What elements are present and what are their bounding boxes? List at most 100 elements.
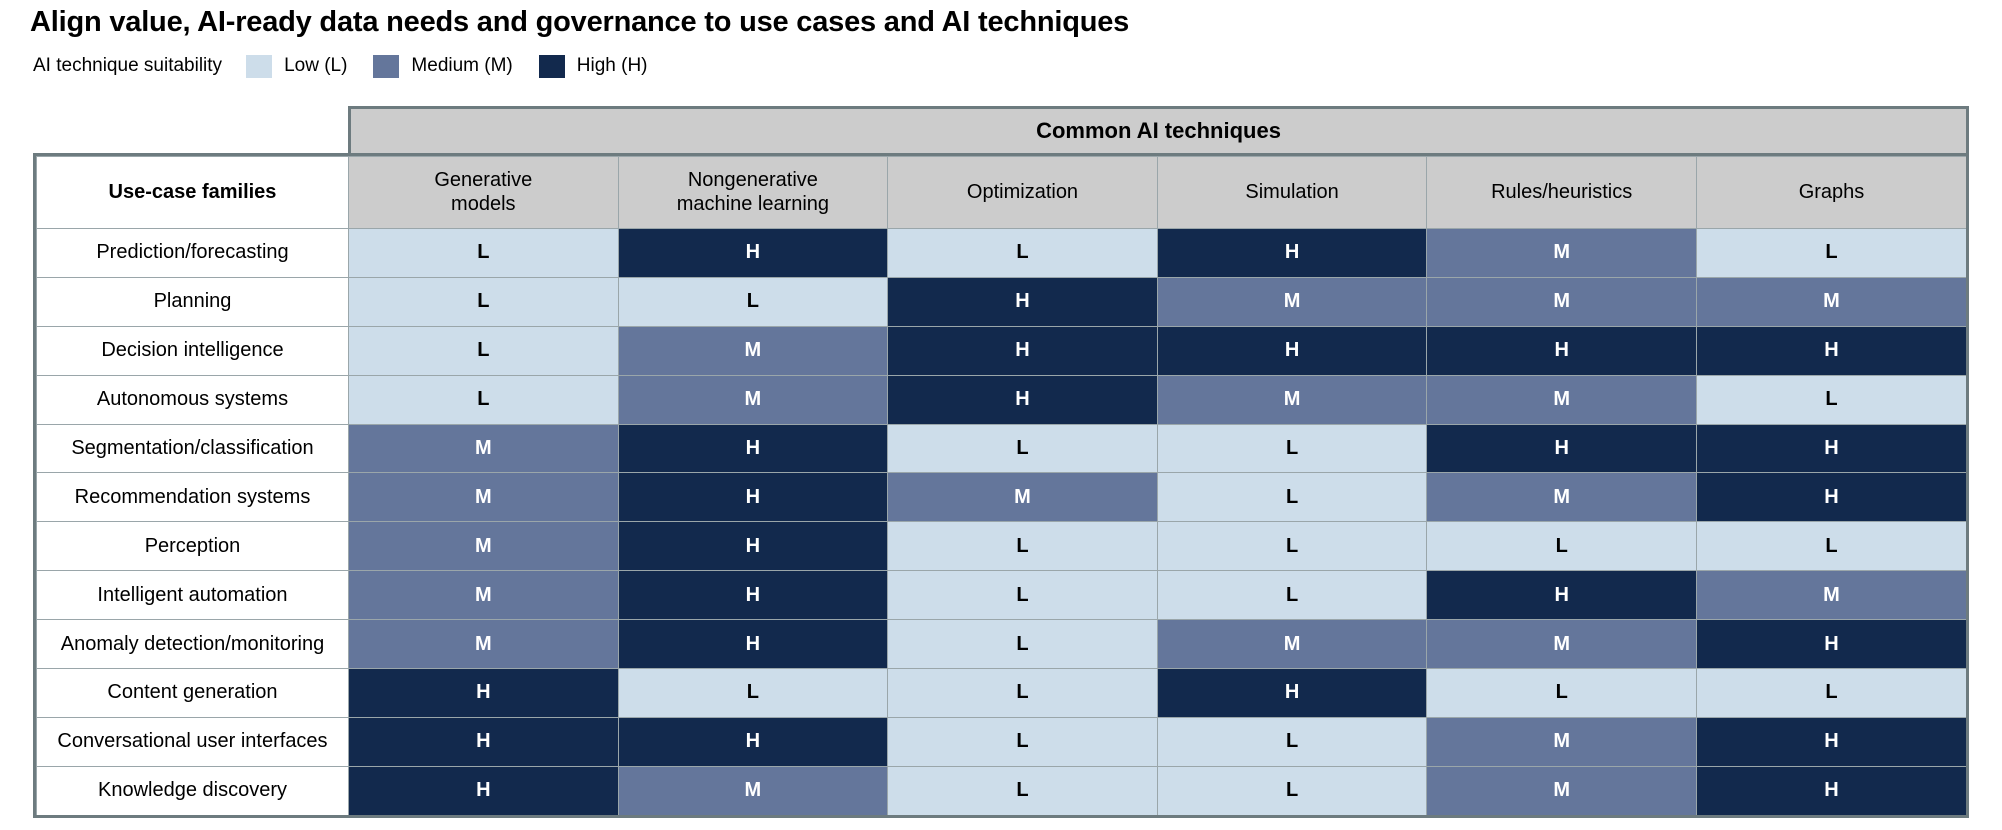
matrix-cell: H [617,619,889,670]
matrix-cell: M [348,423,619,474]
column-header-graphs: Graphs [1695,156,1967,229]
matrix-cell: M [617,325,889,376]
matrix-cell: H [887,276,1158,327]
legend-label-low: Low (L) [284,55,348,76]
matrix-grid-frame: Use-case families Generative models Nong… [33,153,1969,818]
matrix-cell: H [348,716,619,767]
column-header-line-2: models [451,192,516,215]
row-label-0: Prediction/forecasting [36,228,349,278]
matrix-cell: L [1695,374,1967,425]
matrix-table-body: Prediction/forecasting L H L H M L Planning L L H M… [36,228,1967,816]
matrix-cell: H [617,472,889,523]
legend-item-medium: Medium (M) [373,54,513,78]
legend-swatch-low-icon [246,54,273,78]
row-label-11: Knowledge discovery [36,765,349,816]
matrix-cell: H [1156,228,1428,278]
matrix-cell: M [348,619,619,670]
suitability-matrix: Common AI techniques Use-case families G… [33,106,1969,818]
legend-title: AI technique suitability [33,55,223,76]
row-label-5: Recommendation systems [36,472,349,523]
row-label-4: Segmentation/classification [36,423,349,474]
matrix-cell: L [617,668,889,718]
table-row: Recommendation systems M H M L M H [36,472,1967,523]
table-row: Conversational user interfaces H H L L M H [36,716,1967,767]
table-row: Decision intelligence L M H H H H [36,325,1967,376]
matrix-cell: L [1156,765,1428,816]
matrix-cell: M [1156,374,1428,425]
techniques-banner: Common AI techniques [348,106,1969,153]
legend: AI technique suitability Low (L) Medium … [33,54,674,78]
matrix-cell: M [1695,570,1967,621]
matrix-cell: M [348,570,619,621]
matrix-cell: L [348,325,619,376]
matrix-cell: H [1426,325,1697,376]
matrix-cell: L [887,765,1158,816]
matrix-cell: L [887,228,1158,278]
matrix-cell: L [1426,521,1697,572]
column-header-line-1: Generative [434,168,533,191]
matrix-cell: L [887,423,1158,474]
matrix-cell: H [348,765,619,816]
row-header-label: Use-case families [36,156,349,229]
matrix-cell: L [1426,668,1697,718]
matrix-cell: L [1156,521,1428,572]
table-row: Perception M H L L L L [36,521,1967,572]
table-row: Prediction/forecasting L H L H M L [36,228,1967,278]
row-label-3: Autonomous systems [36,374,349,425]
matrix-cell: L [887,716,1158,767]
matrix-cell: H [1156,668,1428,718]
matrix-cell: L [887,619,1158,670]
matrix-cell: H [1426,570,1697,621]
matrix-cell: M [887,472,1158,523]
matrix-cell: H [887,325,1158,376]
matrix-cell: H [887,374,1158,425]
matrix-cell: M [1426,228,1697,278]
matrix-cell: L [887,570,1158,621]
row-label-1: Planning [36,276,349,327]
matrix-cell: M [1426,765,1697,816]
column-header-nongenerative-machine-learning: Nongenerative machine learning [617,156,889,229]
matrix-cell: M [617,765,889,816]
matrix-cell: L [1156,472,1428,523]
column-header-line-1: Graphs [1798,180,1865,203]
table-row: Planning L L H M M M [36,276,1967,327]
techniques-banner-label: Common AI techniques [1036,118,1281,143]
matrix-cell: H [1695,716,1967,767]
column-header-line-1: Simulation [1245,180,1339,203]
matrix-cell: H [348,668,619,718]
legend-item-low: Low (L) [246,54,348,78]
legend-label-high: High (H) [576,55,648,76]
row-label-9: Content generation [36,668,349,718]
matrix-cell: H [1695,472,1967,523]
row-label-6: Perception [36,521,349,572]
legend-swatch-medium-icon [373,54,400,78]
matrix-cell: M [1426,619,1697,670]
matrix-cell: L [887,668,1158,718]
matrix-cell: H [1695,619,1967,670]
matrix-cell: L [348,228,619,278]
matrix-cell: H [617,423,889,474]
matrix-cell: M [1156,619,1428,670]
table-row: Knowledge discovery H M L L M H [36,765,1967,816]
legend-item-high: High (H) [538,54,648,78]
matrix-cell: H [1695,325,1967,376]
legend-swatch-high-icon [538,54,565,78]
matrix-cell: H [617,570,889,621]
row-label-8: Anomaly detection/monitoring [36,619,349,670]
matrix-cell: L [1695,668,1967,718]
table-row: Intelligent automation M H L L H M [36,570,1967,621]
matrix-cell: M [1156,276,1428,327]
matrix-cell: M [1426,716,1697,767]
column-header-generative-models: Generative models [348,156,619,229]
row-label-2: Decision intelligence [36,325,349,376]
column-header-line-1: Rules/heuristics [1491,180,1633,203]
matrix-cell: L [1156,423,1428,474]
column-header-row: Use-case families Generative models Nong… [36,156,1967,229]
matrix-cell: L [348,276,619,327]
column-header-line-1: Optimization [966,180,1079,203]
matrix-table-head: Use-case families Generative models Nong… [36,156,1967,229]
legend-label-medium: Medium (M) [411,55,513,76]
matrix-cell: H [617,521,889,572]
column-header-line-2: machine learning [676,192,830,215]
matrix-cell: M [617,374,889,425]
